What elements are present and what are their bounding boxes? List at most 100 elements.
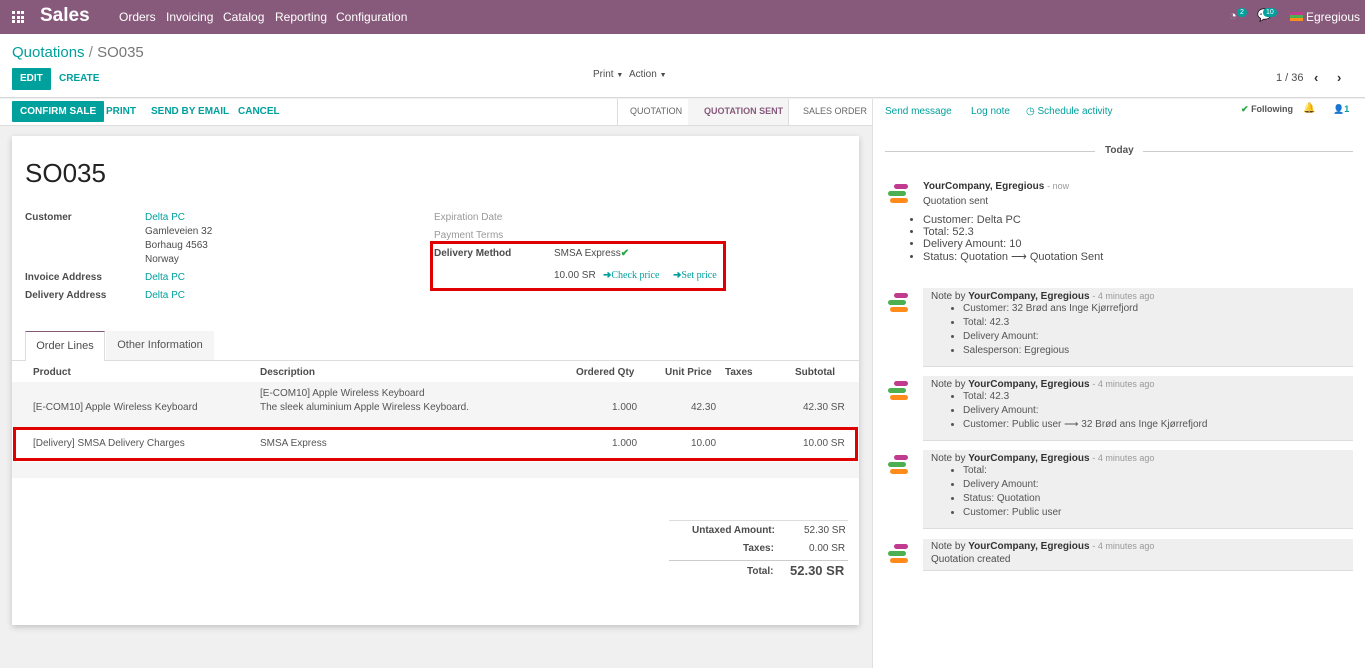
column-header-product[interactable]: Product — [33, 367, 71, 378]
column-header-unit-price[interactable]: Unit Price — [665, 367, 712, 378]
stage-quotation[interactable]: QUOTATION — [617, 99, 689, 125]
print-dropdown[interactable]: Print ▼ — [593, 69, 623, 80]
delivery-method-name: SMSA Express — [554, 248, 621, 259]
avatar[interactable] — [888, 381, 910, 401]
message-time: - 4 minutes ago — [1092, 291, 1155, 301]
avatar[interactable] — [888, 455, 910, 475]
apps-menu-icon[interactable] — [12, 11, 24, 23]
user-name[interactable]: Egregious — [1306, 10, 1360, 24]
total-divider — [669, 560, 848, 561]
menu-orders[interactable]: Orders — [119, 10, 156, 24]
action-dropdown[interactable]: Action ▼ — [629, 69, 667, 80]
message-author[interactable]: YourCompany, Egregious — [968, 541, 1089, 552]
delivery-method-label: Delivery Method — [434, 248, 512, 259]
message-prefix: Note by — [931, 379, 969, 390]
row-description-line-1: [E-COM10] Apple Wireless Keyboard — [260, 388, 425, 399]
menu-invoicing[interactable]: Invoicing — [166, 10, 213, 24]
cancel-button[interactable]: CANCEL — [238, 106, 280, 117]
message-author[interactable]: YourCompany, Egregious — [968, 379, 1089, 390]
delivery-method-value[interactable]: SMSA Express✔ — [554, 248, 629, 259]
invoice-address-link[interactable]: Delta PC — [145, 272, 185, 283]
taxes-label: Taxes: — [743, 543, 774, 554]
breadcrumb-separator: / — [88, 44, 93, 61]
message-header: Note by YourCompany, Egregious - 4 minut… — [931, 291, 1345, 302]
tab-other-information[interactable]: Other Information — [106, 331, 214, 360]
taxes-value: 0.00 SR — [809, 543, 846, 554]
delivery-address-link[interactable]: Delta PC — [145, 290, 185, 301]
tracking-value: Delivery Amount: — [963, 478, 1345, 492]
total-value: 52.30 SR — [790, 563, 845, 578]
stage-quotation-sent[interactable]: QUOTATION SENT — [688, 99, 788, 125]
tab-order-lines[interactable]: Order Lines — [25, 331, 105, 361]
message-header: Note by YourCompany, Egregious - 4 minut… — [931, 379, 1345, 390]
customer-label: Customer — [25, 212, 72, 223]
message-body: Quotation created — [931, 554, 1011, 565]
send-by-email-button[interactable]: SEND BY EMAIL — [151, 106, 229, 117]
menu-configuration[interactable]: Configuration — [336, 10, 407, 24]
pager-prev-icon[interactable]: ‹ — [1314, 70, 1318, 85]
schedule-activity-button[interactable]: ◷ Schedule activity — [1026, 106, 1113, 117]
expiration-date-label: Expiration Date — [434, 212, 503, 223]
message-time: - 4 minutes ago — [1092, 453, 1155, 463]
schedule-activity-label: Schedule activity — [1037, 106, 1113, 117]
caret-down-icon: ▼ — [659, 72, 667, 79]
confirm-sale-button[interactable]: CONFIRM SALE — [12, 101, 105, 122]
bell-icon[interactable]: 🔔 — [1303, 103, 1315, 114]
avatar[interactable] — [888, 293, 910, 313]
totals-divider — [669, 520, 848, 521]
set-price-button[interactable]: ➜Set price — [673, 270, 717, 281]
column-header-subtotal[interactable]: Subtotal — [795, 367, 835, 378]
address-line-2: Borhaug 4563 — [145, 240, 208, 251]
message-author[interactable]: YourCompany, Egregious — [968, 291, 1089, 302]
control-panel — [0, 34, 1365, 98]
table-row[interactable]: [E-COM10] Apple Wireless Keyboard [E-COM… — [12, 382, 859, 430]
followers-button[interactable]: 👤1 — [1333, 104, 1349, 115]
payment-terms-label: Payment Terms — [434, 230, 504, 241]
log-note-button[interactable]: Log note — [971, 106, 1010, 117]
form-sheet: SO035 Customer Delta PC Gamleveien 32 Bo… — [12, 136, 859, 625]
tracking-value: Delivery Amount: 10 — [923, 238, 1353, 250]
message-header: Note by YourCompany, Egregious - 4 minut… — [931, 453, 1345, 464]
column-header-description[interactable]: Description — [260, 367, 315, 378]
row-qty: 1.000 — [612, 402, 638, 413]
tracking-value: Delivery Amount: — [963, 330, 1345, 344]
message-time: - 4 minutes ago — [1092, 541, 1155, 551]
total-label: Total: — [747, 566, 774, 577]
breadcrumb-quotations[interactable]: Quotations — [12, 44, 85, 61]
row-subtotal: 42.30 SR — [803, 402, 845, 413]
pager-next-icon[interactable]: › — [1337, 70, 1341, 85]
avatar[interactable] — [888, 544, 910, 564]
create-button[interactable]: CREATE — [59, 73, 99, 84]
address-line-3: Norway — [145, 254, 179, 265]
user-avatar-icon[interactable] — [1290, 12, 1303, 21]
activity-icon[interactable]: ◔ — [1229, 8, 1237, 23]
print-button[interactable]: PRINT — [106, 106, 136, 117]
stage-sales-order[interactable]: SALES ORDER — [788, 99, 872, 125]
following-button[interactable]: ✔ Following — [1241, 104, 1293, 115]
today-label: Today — [1105, 145, 1134, 156]
tracking-value: Delivery Amount: — [963, 404, 1345, 418]
avatar[interactable] — [888, 184, 910, 204]
message-author[interactable]: YourCompany, Egregious — [968, 453, 1089, 464]
send-message-button[interactable]: Send message — [885, 106, 952, 117]
pager-value[interactable]: 1 / 36 — [1276, 72, 1304, 84]
message-body: Quotation sent — [923, 196, 989, 207]
message-time: - now — [1047, 181, 1070, 191]
message-author[interactable]: YourCompany, Egregious — [923, 181, 1044, 192]
menu-reporting[interactable]: Reporting — [275, 10, 327, 24]
set-price-label: Set price — [681, 270, 717, 281]
column-header-taxes[interactable]: Taxes — [725, 367, 753, 378]
untaxed-amount-value: 52.30 SR — [804, 525, 846, 536]
untaxed-amount-label: Untaxed Amount: — [692, 525, 775, 536]
column-header-ordered-qty[interactable]: Ordered Qty — [576, 367, 634, 378]
customer-link[interactable]: Delta PC — [145, 212, 185, 223]
check-price-label: Check price — [611, 270, 660, 281]
check-price-button[interactable]: ➜Check price — [603, 270, 659, 281]
row-unit-price: 42.30 — [691, 402, 717, 413]
print-label: Print — [593, 69, 614, 80]
row-product: [E-COM10] Apple Wireless Keyboard — [33, 402, 198, 413]
tracking-value: Customer: Public user ⟶ 32 Brød ans Inge… — [963, 418, 1345, 432]
edit-button[interactable]: EDIT — [12, 68, 51, 90]
delivery-line-highlight — [13, 427, 858, 461]
menu-catalog[interactable]: Catalog — [223, 10, 264, 24]
